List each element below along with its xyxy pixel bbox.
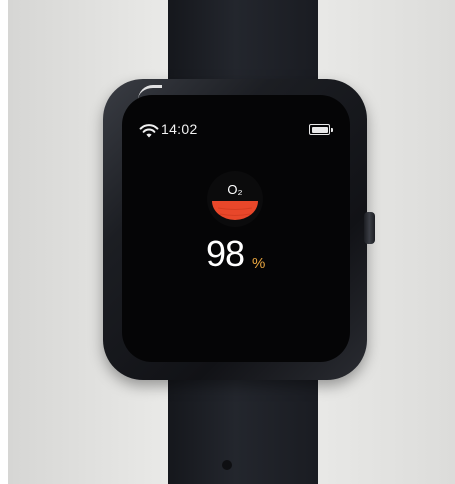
- side-button[interactable]: [364, 212, 375, 244]
- status-time: 14:02: [161, 121, 198, 137]
- spo2-value: 98: [206, 233, 245, 274]
- spo2-reading: 98 %: [206, 234, 286, 278]
- battery-full-icon: [309, 124, 333, 135]
- spo2-unit: %: [252, 255, 266, 272]
- battery-level-fill: [311, 126, 328, 133]
- o2-symbol: O₂: [227, 182, 242, 197]
- watch-strap-bottom: [168, 370, 318, 484]
- blood-oxygen-icon[interactable]: O₂: [206, 170, 264, 228]
- wifi-icon: [139, 124, 159, 138]
- strap-hole: [222, 460, 232, 470]
